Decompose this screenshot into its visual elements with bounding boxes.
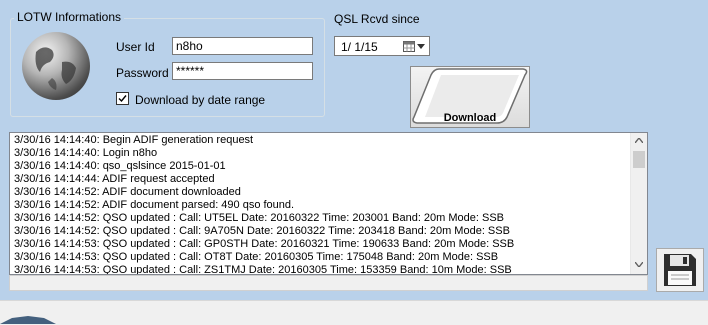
qsl-rcvd-since-label: QSL Rcvd since	[334, 12, 420, 26]
log-line: 3/30/16 14:14:40: Begin ADIF generation …	[14, 134, 254, 146]
password-label: Password	[116, 66, 169, 80]
user-id-input[interactable]	[172, 37, 313, 55]
save-button[interactable]	[656, 248, 704, 292]
chevron-down-icon[interactable]	[417, 44, 425, 49]
calendar-icon[interactable]	[403, 40, 415, 52]
log-lines: 3/30/16 14:14:40: Begin ADIF generation …	[14, 134, 627, 275]
lotw-group-title: LOTW Informations	[14, 10, 125, 24]
scroll-up-button[interactable]	[631, 133, 647, 150]
download-by-date-label[interactable]: Download by date range	[135, 93, 265, 107]
log-line: 3/30/16 14:14:52: ADIF document download…	[14, 186, 241, 198]
qsl-date-picker[interactable]: 1/ 1/15	[334, 36, 430, 56]
log-line: 3/30/16 14:14:52: QSO updated : Call: UT…	[14, 212, 505, 224]
checkmark-icon	[118, 95, 127, 103]
chevron-up-icon	[635, 138, 643, 143]
log-line: 3/30/16 14:14:53: QSO updated : Call: GP…	[14, 238, 515, 250]
download-button-label: Download	[443, 112, 497, 124]
download-button[interactable]: Download	[410, 66, 530, 128]
floppy-disk-icon	[664, 254, 696, 286]
log-line: 3/30/16 14:14:44: ADIF request accepted	[14, 173, 215, 185]
scroll-down-button[interactable]	[631, 257, 647, 274]
log-line: 3/30/16 14:14:40: Login n8ho	[14, 147, 158, 159]
download-by-date-checkbox[interactable]	[116, 92, 129, 105]
log-line: 3/30/16 14:14:53: QSO updated : Call: OT…	[14, 251, 499, 263]
log-line: 3/30/16 14:14:52: QSO updated : Call: 9A…	[14, 225, 510, 237]
log-vertical-scrollbar[interactable]	[630, 133, 647, 274]
log-line: 3/30/16 14:14:53: QSO updated : Call: ZS…	[14, 264, 512, 275]
window-edge-graphic-icon	[0, 316, 56, 324]
log-line: 3/30/16 14:14:40: qso_qslsince 2015-01-0…	[14, 160, 226, 172]
status-bar	[0, 300, 708, 325]
log-line: 3/30/16 14:14:52: ADIF document parsed: …	[14, 199, 295, 211]
log-horizontal-scrollbar[interactable]	[9, 275, 648, 291]
user-id-label: User Id	[116, 40, 155, 54]
qsl-date-value: 1/ 1/15	[341, 40, 378, 54]
password-input[interactable]	[172, 62, 313, 80]
chevron-down-icon	[635, 262, 643, 267]
globe-icon	[22, 32, 90, 100]
scroll-thumb[interactable]	[633, 151, 645, 168]
log-listbox[interactable]: 3/30/16 14:14:40: Begin ADIF generation …	[9, 132, 648, 275]
